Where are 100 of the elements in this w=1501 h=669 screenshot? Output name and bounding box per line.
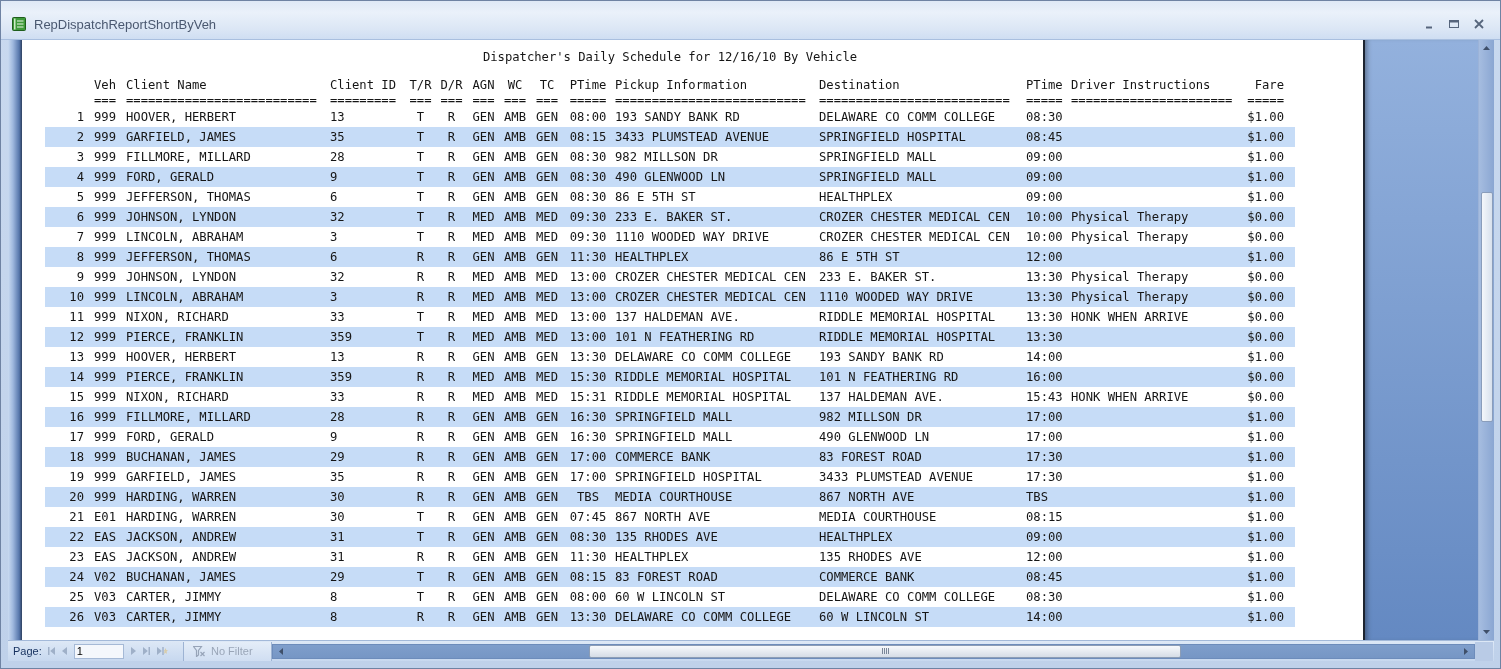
table-cell-text: 8	[75, 249, 85, 266]
table-cell-text: $0.00	[1246, 209, 1284, 226]
table-cell-text: MED	[535, 209, 559, 226]
table-cell-text: HARDING, WARREN	[126, 509, 238, 526]
table-cell-text: 17:00	[568, 469, 608, 486]
table-cell-text: $0.00	[1246, 289, 1284, 306]
table-cell-text: R	[446, 429, 457, 446]
table-cell-text: DELAWARE CO COMM COLLEGE	[614, 349, 793, 366]
table-cell-text: MED	[471, 229, 496, 246]
table-cell-text: 1110 WOODED WAY DRIVE	[819, 289, 975, 306]
table-cell-text: 83 FOREST ROAD	[614, 569, 719, 586]
table-cell-text: 359	[330, 369, 353, 386]
table-cell-text: 17:30	[1026, 469, 1064, 486]
table-cell-text: AMB	[503, 289, 527, 306]
table-cell-text: 7	[75, 229, 85, 246]
table-cell-text: 999	[94, 369, 117, 386]
table-cell-text: R	[446, 109, 457, 126]
table-cell-text: 999	[94, 249, 117, 266]
table-cell-text: 17:00	[1026, 429, 1064, 446]
table-cell-text: R	[415, 609, 426, 626]
table-cell-text: R	[415, 409, 426, 426]
column-header: TC	[538, 77, 556, 93]
maximize-icon[interactable]	[1449, 19, 1459, 29]
table-cell-text: 6	[330, 189, 339, 206]
table-cell-text: AMB	[503, 149, 527, 166]
table-cell-text: JOHNSON, LYNDON	[126, 269, 238, 286]
table-cell-text: 13	[68, 349, 85, 366]
table-cell-text: GEN	[535, 449, 559, 466]
table-cell-text: GEN	[471, 529, 496, 546]
table-cell-text: $1.00	[1246, 149, 1284, 166]
table-cell-text: 09:30	[568, 229, 608, 246]
table-cell-text: 29	[330, 449, 346, 466]
table-cell-text: MEDIA COURTHOUSE	[614, 489, 734, 506]
table-cell-text: AMB	[503, 429, 527, 446]
table-cell-text: GEN	[535, 549, 559, 566]
table-cell-text: 982 MILLSON DR	[614, 149, 719, 166]
table-cell-text: SPRINGFIELD HOSPITAL	[819, 129, 967, 146]
table-cell-text: R	[446, 209, 457, 226]
table-cell-text: GEN	[471, 429, 496, 446]
table-cell-text: 16:00	[1026, 369, 1064, 386]
scrollbar-thumb[interactable]	[589, 644, 1181, 658]
table-cell-text: $1.00	[1246, 529, 1284, 546]
scroll-left-icon[interactable]	[279, 647, 283, 655]
table-cell-text: COMMERCE BANK	[614, 449, 712, 466]
table-cell-text: MEDIA COURTHOUSE	[819, 509, 938, 526]
scrollbar-thumb[interactable]	[1480, 192, 1493, 422]
table-cell-text: 31	[330, 529, 346, 546]
table-cell-text: GEN	[535, 489, 559, 506]
table-cell-text: BUCHANAN, JAMES	[126, 449, 238, 466]
table-cell-text: $0.00	[1246, 389, 1284, 406]
table-cell-text: $1.00	[1246, 249, 1284, 266]
table-cell-text: SPRINGFIELD MALL	[614, 429, 734, 446]
horizontal-scrollbar[interactable]	[272, 643, 1475, 659]
table-cell-text: 137 HALDEMAN AVE.	[819, 389, 945, 406]
table-cell-text: 86 E 5TH ST	[614, 189, 697, 206]
scroll-down-icon[interactable]	[1483, 630, 1490, 634]
table-cell-text: MED	[535, 269, 559, 286]
table-cell-text: V03	[94, 589, 117, 606]
table-cell-text: 15:30	[568, 369, 608, 386]
column-rule: =========	[330, 93, 398, 107]
table-cell-text: 13:30	[1026, 269, 1064, 286]
table-cell-text: 13	[330, 349, 346, 366]
table-cell-text: FORD, GERALD	[126, 169, 216, 186]
table-cell-text: GEN	[471, 149, 496, 166]
table-cell-text: AMB	[503, 249, 527, 266]
close-icon[interactable]	[1474, 19, 1484, 29]
table-cell-text: R	[446, 249, 457, 266]
table-cell-text: GARFIELD, JAMES	[126, 469, 238, 486]
table-cell-text: 490 GLENWOOD LN	[819, 429, 931, 446]
table-cell-text: 6	[75, 209, 85, 226]
table-cell-text: R	[415, 349, 426, 366]
column-header: Client Name	[126, 77, 208, 93]
table-cell-text: 1110 WOODED WAY DRIVE	[614, 229, 771, 246]
table-cell-text: 09:30	[568, 209, 608, 226]
table-cell-text: 233 E. BAKER ST.	[819, 269, 938, 286]
table-cell-text: 3	[330, 229, 339, 246]
column-rule: ======================	[1071, 93, 1234, 107]
table-cell-text: AMB	[503, 309, 527, 326]
table-cell-text: CROZER CHESTER MEDICAL CEN	[819, 209, 1011, 226]
table-cell-text: 999	[94, 349, 117, 366]
table-cell-text: R	[446, 229, 457, 246]
vertical-scrollbar[interactable]	[1478, 40, 1494, 640]
table-cell-text: 16:30	[568, 409, 608, 426]
table-cell-text: 08:30	[568, 529, 608, 546]
table-cell-text: 999	[94, 109, 117, 126]
table-cell-text: 101 N FEATHERING RD	[819, 369, 960, 386]
table-cell-text: Physical Therapy	[1071, 209, 1190, 226]
table-cell-text: 3	[75, 149, 85, 166]
table-cell-text: 999	[94, 289, 117, 306]
column-header: WC	[506, 77, 524, 93]
table-cell-text: GEN	[471, 469, 496, 486]
page-number-field[interactable]: 1	[73, 643, 124, 659]
table-cell-text: MED	[471, 369, 496, 386]
scroll-up-icon[interactable]	[1483, 46, 1490, 50]
table-cell-text: GEN	[471, 509, 496, 526]
table-cell-text: 2	[75, 129, 85, 146]
table-cell-text: $1.00	[1246, 409, 1284, 426]
table-cell-text: GEN	[471, 169, 496, 186]
table-cell-text: NIXON, RICHARD	[126, 309, 230, 326]
scroll-right-icon[interactable]	[1464, 647, 1468, 655]
